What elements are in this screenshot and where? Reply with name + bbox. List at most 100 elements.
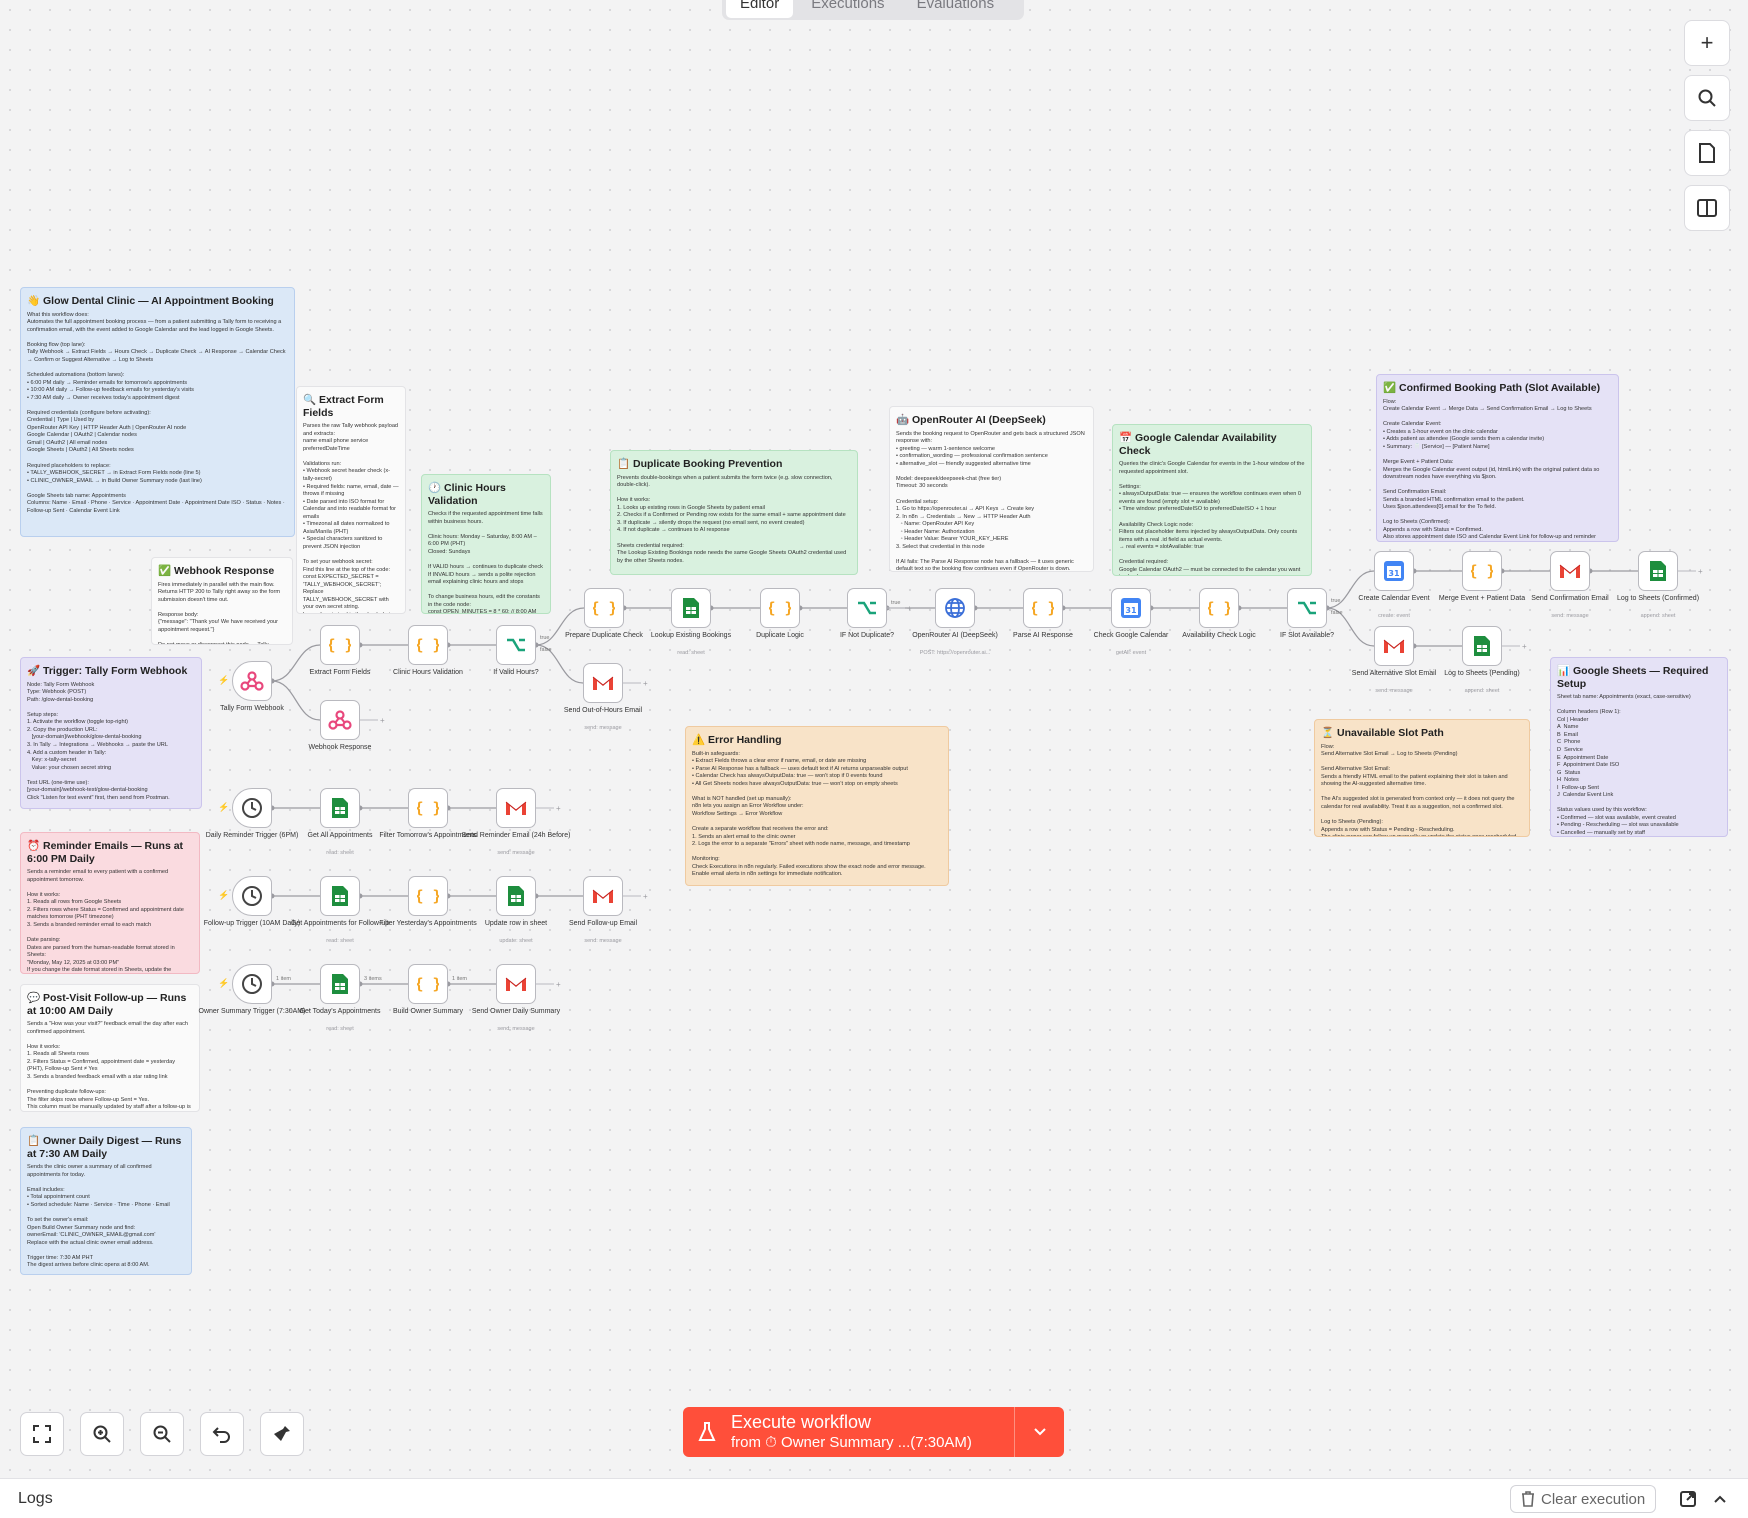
flask-icon <box>683 1422 731 1442</box>
connection-line[interactable] <box>271 680 321 721</box>
add-next-node-icon[interactable]: + <box>643 892 648 901</box>
add-node-button[interactable]: + <box>1684 20 1730 66</box>
pop-out-button[interactable] <box>1676 1487 1700 1511</box>
zoom-in-button[interactable] <box>80 1412 124 1456</box>
sticky-note[interactable]: ⚠️ Error Handling Built-in safeguards: • … <box>685 726 949 886</box>
workflow-node[interactable] <box>1462 626 1502 666</box>
workflow-node[interactable]: 31 <box>1111 588 1151 628</box>
sticky-note[interactable]: 📋 Owner Daily Digest — Runs at 7:30 AM D… <box>20 1127 192 1275</box>
workflow-node[interactable] <box>496 876 536 916</box>
edge-label: true <box>891 600 901 606</box>
node-subtitle: send: message <box>584 725 622 731</box>
sticky-note[interactable]: 🤖 OpenRouter AI (DeepSeek) Sends the book… <box>889 406 1094 572</box>
workflow-node[interactable] <box>583 876 623 916</box>
add-next-node-icon[interactable]: + <box>556 804 561 813</box>
sticky-note-button[interactable] <box>1684 130 1730 176</box>
add-next-node-icon[interactable]: + <box>643 679 648 688</box>
gmail-icon <box>504 975 528 993</box>
workflow-node[interactable] <box>232 788 272 828</box>
hourglass-icon: ⏳ <box>1321 727 1337 739</box>
sticky-note[interactable]: ⏳ Unavailable Slot Path Flow: Send Altern… <box>1314 719 1530 837</box>
add-next-node-icon[interactable]: + <box>556 980 561 989</box>
workflow-node[interactable]: { } <box>320 625 360 665</box>
workflow-node[interactable] <box>847 588 887 628</box>
node-subtitle: read: sheet <box>326 1026 354 1032</box>
sticky-note[interactable]: 👋 Glow Dental Clinic — AI Appointment Bo… <box>20 287 295 537</box>
workflow-node[interactable]: { } <box>1199 588 1239 628</box>
workflow-node[interactable] <box>320 964 360 1004</box>
search-button[interactable] <box>1684 75 1730 121</box>
node-label: Send Owner Daily Summary <box>471 1008 561 1015</box>
workflow-node[interactable]: { } <box>408 964 448 1004</box>
workflow-node[interactable] <box>1374 626 1414 666</box>
workflow-node[interactable] <box>320 876 360 916</box>
sticky-note[interactable]: ⏰ Reminder Emails — Runs at 6:00 PM Dail… <box>20 832 200 974</box>
workflow-node[interactable] <box>1287 588 1327 628</box>
workflow-node[interactable] <box>1638 551 1678 591</box>
workflow-node[interactable]: { } <box>408 788 448 828</box>
workflow-node[interactable]: { } <box>408 876 448 916</box>
undo-button[interactable] <box>200 1412 244 1456</box>
sheets-icon <box>1473 635 1491 657</box>
sticky-note[interactable]: 🕐 Clinic Hours Validation Checks if the r… <box>421 474 551 614</box>
logs-panel[interactable]: Logs Clear execution <box>0 1478 1748 1518</box>
node-label: Send Reminder Email (24h Before) <box>461 832 571 839</box>
execute-workflow-button[interactable]: Execute workflow from ⏱ Owner Summary ..… <box>683 1407 1064 1457</box>
add-next-node-icon[interactable]: + <box>1698 567 1703 576</box>
sticky-note[interactable]: ✅ Webhook Response Fires immediately in p… <box>151 557 293 645</box>
sticky-note[interactable]: 📋 Duplicate Booking Prevention Prevents d… <box>610 450 858 575</box>
edge-label: false <box>1331 610 1343 616</box>
sticky-note[interactable]: 💬 Post-Visit Follow-up — Runs at 10:00 A… <box>20 984 200 1112</box>
workflow-node[interactable] <box>496 788 536 828</box>
workflow-node[interactable]: { } <box>1023 588 1063 628</box>
add-next-node-icon[interactable]: + <box>907 604 912 613</box>
workflow-node[interactable]: { } <box>408 625 448 665</box>
fit-view-button[interactable] <box>20 1412 64 1456</box>
schedule-icon <box>241 885 263 907</box>
workflow-node[interactable] <box>935 588 975 628</box>
workflow-node[interactable]: 31 <box>1374 551 1414 591</box>
node-subtitle: read: sheet <box>677 650 705 656</box>
workflow-node[interactable] <box>232 661 272 701</box>
tidy-up-button[interactable] <box>260 1412 304 1456</box>
timer-icon: ⏱ <box>765 1433 777 1451</box>
workflow-node[interactable] <box>583 663 623 703</box>
workflow-node[interactable]: { } <box>584 588 624 628</box>
node-subtitle: send: message <box>497 1026 535 1032</box>
clear-execution-button[interactable]: Clear execution <box>1510 1485 1657 1513</box>
note-title: Trigger: Tally Form Webhook <box>43 665 188 677</box>
workflow-node[interactable]: { } <box>760 588 800 628</box>
zoom-out-button[interactable] <box>140 1412 184 1456</box>
workflow-node[interactable] <box>496 625 536 665</box>
workflow-node[interactable] <box>320 788 360 828</box>
note-body: Built-in safeguards: • Extract Fields th… <box>692 750 926 878</box>
add-next-node-icon[interactable]: + <box>380 716 385 725</box>
tab-evaluations[interactable]: Evaluations <box>903 0 1009 18</box>
code-icon: { } <box>1208 598 1230 618</box>
panel-toggle-button[interactable] <box>1684 185 1730 231</box>
workflow-node[interactable] <box>496 964 536 1004</box>
collapse-logs-button[interactable] <box>1708 1487 1732 1511</box>
execute-trigger-name: Owner Summary ...(7:30AM) <box>781 1433 972 1451</box>
node-label: Log to Sheets (Confirmed) <box>1616 595 1700 602</box>
sticky-note[interactable]: 📅 Google Calendar Availability Check Quer… <box>1112 424 1312 576</box>
workflow-node[interactable] <box>232 876 272 916</box>
sticky-note[interactable]: 🚀 Trigger: Tally Form Webhook Node: Tally… <box>20 657 202 809</box>
tab-editor[interactable]: Editor <box>726 0 794 18</box>
execute-options-dropdown[interactable] <box>1014 1407 1064 1457</box>
clear-execution-label: Clear execution <box>1541 1490 1646 1508</box>
sticky-note[interactable]: 🔍 Extract Form Fields Parses the raw Tall… <box>296 386 406 614</box>
sticky-note[interactable]: 📊 Google Sheets — Required Setup Sheet ta… <box>1550 657 1728 837</box>
workflow-node[interactable] <box>1550 551 1590 591</box>
tab-executions[interactable]: Executions <box>797 0 898 18</box>
sticky-note[interactable]: ✅ Confirmed Booking Path (Slot Available… <box>1376 374 1619 542</box>
webhook-icon <box>328 709 352 731</box>
workflow-node[interactable]: { } <box>1462 551 1502 591</box>
workflow-node[interactable] <box>671 588 711 628</box>
workflow-node[interactable] <box>320 700 360 740</box>
note-body: Sends the clinic owner a summary of all … <box>27 1164 170 1269</box>
add-next-node-icon[interactable]: + <box>1522 642 1527 651</box>
workflow-canvas[interactable]: Editor Executions Evaluations + + + + + + + + +… <box>0 0 1748 1478</box>
workflow-node[interactable] <box>232 964 272 1004</box>
note-body: Checks if the requested appointment time… <box>428 511 543 614</box>
